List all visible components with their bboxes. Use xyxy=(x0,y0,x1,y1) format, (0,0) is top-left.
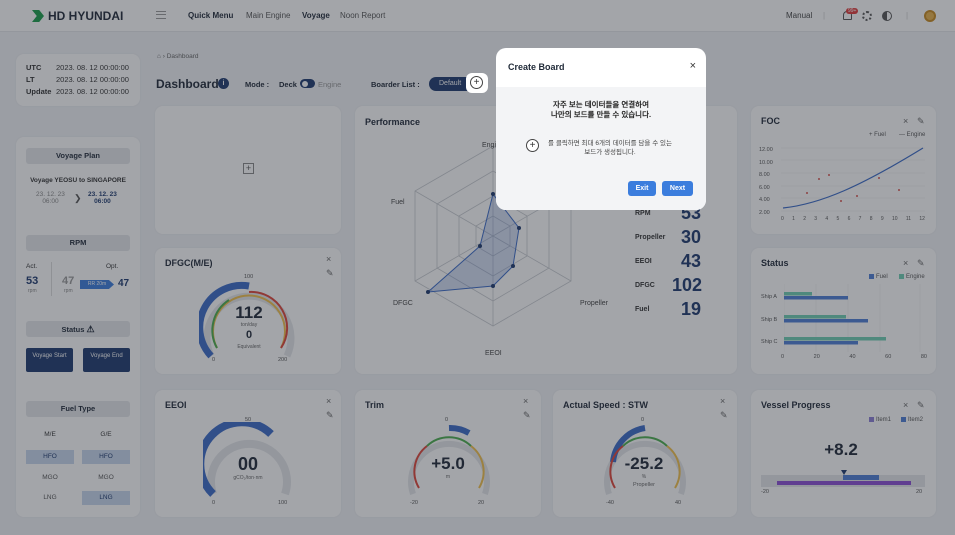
create-board-modal: Create Board × 자주 보는 데이터들을 연결하여 나만의 보드를 … xyxy=(496,48,706,210)
modal-message: 자주 보는 데이터들을 연결하여 나만의 보드를 만들 수 있습니다. xyxy=(550,100,652,119)
add-board-highlight: + xyxy=(466,73,488,93)
add-board-button[interactable]: + xyxy=(470,76,483,89)
modal-hint: 를 클릭하면 최대 6개의 데이터를 담을 수 있는 보드가 생성됩니다. xyxy=(548,140,672,156)
modal-title: Create Board xyxy=(508,62,565,72)
next-button[interactable]: Next xyxy=(662,181,693,196)
exit-button[interactable]: Exit xyxy=(628,181,656,196)
close-icon[interactable]: × xyxy=(690,60,696,72)
plus-icon: + xyxy=(526,139,539,152)
